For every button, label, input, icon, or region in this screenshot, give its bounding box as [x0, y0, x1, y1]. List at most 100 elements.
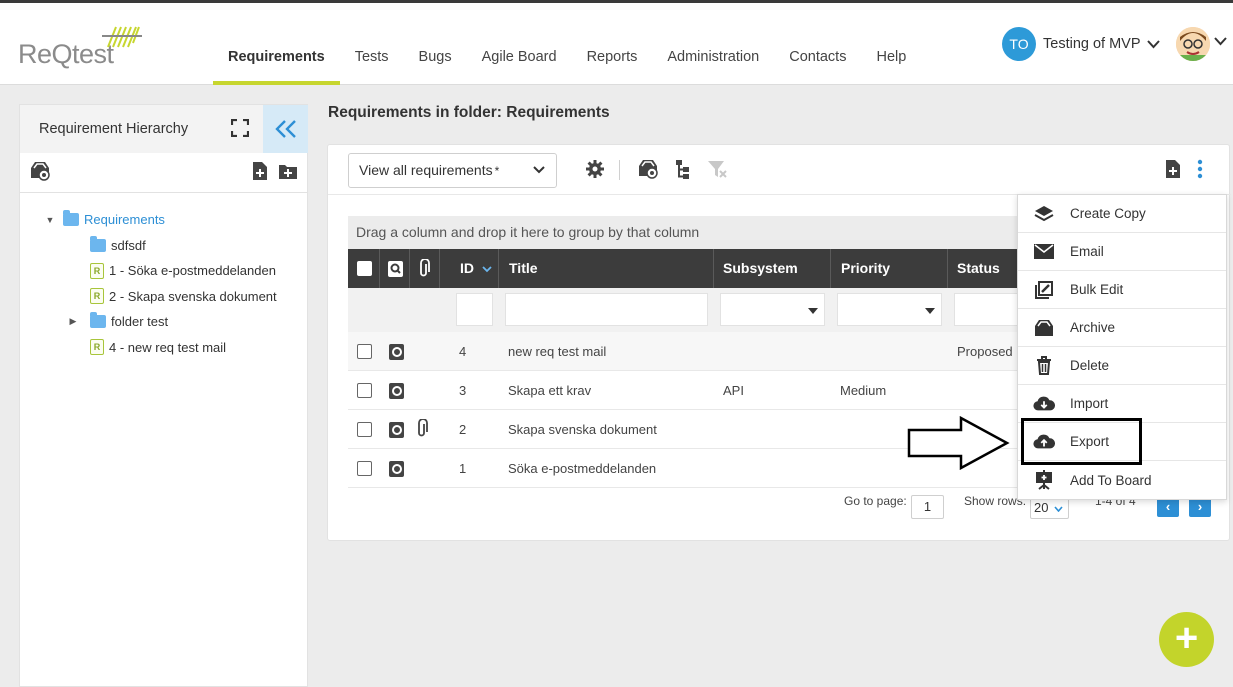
- row-checkbox[interactable]: [357, 422, 372, 437]
- select-all-checkbox[interactable]: [357, 261, 372, 276]
- chevron-down-icon[interactable]: [1214, 37, 1227, 46]
- group-by-drop-zone[interactable]: Drag a column and drop it here to group …: [348, 216, 1019, 249]
- nav-administration[interactable]: Administration: [652, 3, 774, 85]
- menu-item-create-copy[interactable]: Create Copy: [1018, 195, 1226, 233]
- menu-item-label: Add To Board: [1070, 472, 1152, 488]
- add-requirement-icon[interactable]: [252, 161, 268, 181]
- nav-requirements[interactable]: Requirements: [213, 3, 340, 85]
- archive-icon: [1033, 317, 1055, 339]
- collapse-panel-button[interactable]: [263, 105, 308, 153]
- cell-id: 3: [459, 383, 467, 398]
- column-header-status[interactable]: Status: [948, 249, 1019, 288]
- sort-descending-icon: [482, 266, 492, 273]
- header-select-cell: [348, 249, 380, 288]
- view-select[interactable]: View all requirements *: [348, 153, 557, 188]
- header-view-cell: [380, 249, 410, 288]
- tree-item-folder-test[interactable]: ▶ folder test: [20, 309, 307, 335]
- cell-priority: Medium: [840, 383, 887, 398]
- view-requirement-icon[interactable]: [389, 383, 404, 399]
- menu-item-bulk-edit[interactable]: Bulk Edit: [1018, 271, 1226, 309]
- tree-item-requirements[interactable]: ▼ Requirements: [20, 207, 307, 233]
- gear-icon[interactable]: [585, 159, 605, 179]
- hierarchy-title: Requirement Hierarchy: [39, 121, 189, 137]
- menu-item-add-to-board[interactable]: Add To Board: [1018, 461, 1226, 499]
- more-vertical-icon[interactable]: [1195, 159, 1205, 179]
- column-header-subsystem[interactable]: Subsystem: [714, 249, 831, 288]
- tree-item-requirement-4[interactable]: R 4 - new req test mail: [20, 335, 307, 361]
- reqtest-logo[interactable]: ReQtest: [18, 23, 148, 73]
- requirement-icon: R: [90, 262, 104, 279]
- user-avatar[interactable]: [1176, 27, 1210, 61]
- requirement-tree: ▼ Requirements sdfsdf R 1 - Söka e-postm…: [20, 193, 307, 360]
- priority-filter-select[interactable]: [837, 293, 942, 326]
- status-filter-select[interactable]: [954, 293, 1019, 326]
- row-checkbox[interactable]: [357, 461, 372, 476]
- paperclip-icon[interactable]: [416, 419, 428, 438]
- requirement-hierarchy-panel: Requirement Hierarchy ▼ Requirements sdf…: [19, 104, 308, 687]
- title-filter-input[interactable]: [505, 293, 708, 326]
- project-badge: TO: [1002, 27, 1036, 61]
- add-requirement-icon[interactable]: [1165, 159, 1181, 179]
- add-folder-icon[interactable]: [278, 162, 298, 180]
- column-header-title[interactable]: Title: [499, 249, 714, 288]
- view-icon: [388, 261, 403, 277]
- page-number-input[interactable]: 1: [911, 495, 944, 519]
- tree-item-requirement-2[interactable]: R 2 - Skapa svenska dokument: [20, 284, 307, 310]
- archive-view-icon[interactable]: [637, 159, 659, 179]
- project-selector[interactable]: TO Testing of MVP: [1002, 27, 1160, 61]
- view-select-value: View all requirements: [359, 162, 493, 178]
- cell-status: Proposed: [957, 344, 1013, 359]
- chevron-down-icon: [533, 166, 545, 174]
- view-requirement-icon[interactable]: [389, 422, 404, 438]
- column-header-priority[interactable]: Priority: [831, 249, 948, 288]
- tree-item-label: 2 - Skapa svenska dokument: [109, 288, 277, 304]
- clear-filter-icon[interactable]: [707, 159, 727, 179]
- id-filter-input[interactable]: [456, 293, 493, 326]
- hierarchy-icon[interactable]: [673, 159, 693, 179]
- export-highlight-box: [1021, 418, 1142, 465]
- trash-icon: [1033, 355, 1055, 377]
- menu-item-archive[interactable]: Archive: [1018, 309, 1226, 347]
- cell-subsystem: API: [723, 383, 744, 398]
- main-nav: Requirements Tests Bugs Agile Board Repo…: [213, 3, 921, 85]
- add-button[interactable]: +: [1159, 612, 1214, 667]
- go-to-page-label: Go to page:: [844, 494, 907, 508]
- avatar-face-icon: [1176, 27, 1210, 61]
- fullscreen-icon[interactable]: [231, 119, 249, 137]
- annotation-arrow-right-icon: [907, 416, 1010, 470]
- table-row[interactable]: 3 Skapa ett krav API Medium: [348, 371, 1019, 410]
- menu-item-delete[interactable]: Delete: [1018, 347, 1226, 385]
- menu-item-label: Email: [1070, 244, 1104, 259]
- caret-down-icon[interactable]: ▼: [45, 215, 55, 225]
- nav-bugs[interactable]: Bugs: [404, 3, 467, 85]
- tree-item-label: folder test: [111, 314, 169, 330]
- column-header-id[interactable]: ID: [440, 249, 499, 288]
- requirement-icon: R: [90, 288, 104, 305]
- nav-tests[interactable]: Tests: [340, 3, 404, 85]
- view-requirement-icon[interactable]: [389, 344, 404, 360]
- caret-down-icon: [808, 308, 818, 314]
- folder-icon: [90, 312, 106, 329]
- rows-per-page-select[interactable]: 20: [1030, 497, 1069, 519]
- menu-item-email[interactable]: Email: [1018, 233, 1226, 271]
- board-icon: [1033, 469, 1055, 491]
- bulk-edit-icon: [1033, 279, 1055, 301]
- chevron-down-icon: [1146, 39, 1160, 48]
- cell-id: 4: [459, 344, 467, 359]
- caret-right-icon[interactable]: ▶: [68, 316, 78, 327]
- row-checkbox[interactable]: [357, 383, 372, 398]
- layers-icon: [1033, 203, 1055, 225]
- archive-view-icon[interactable]: [29, 161, 51, 181]
- nav-contacts[interactable]: Contacts: [774, 3, 861, 85]
- row-checkbox[interactable]: [357, 344, 372, 359]
- view-requirement-icon[interactable]: [389, 461, 404, 477]
- subsystem-filter-select[interactable]: [720, 293, 825, 326]
- nav-reports[interactable]: Reports: [572, 3, 653, 85]
- tree-item-sdfsdf[interactable]: sdfsdf: [20, 233, 307, 259]
- table-row[interactable]: 4 new req test mail Proposed: [348, 332, 1019, 371]
- nav-agile-board[interactable]: Agile Board: [467, 3, 572, 85]
- nav-help[interactable]: Help: [861, 3, 921, 85]
- menu-item-label: Delete: [1070, 358, 1110, 373]
- tree-item-requirement-1[interactable]: R 1 - Söka e-postmeddelanden: [20, 258, 307, 284]
- app-header: ReQtest Requirements Tests Bugs Agile Bo…: [0, 3, 1233, 85]
